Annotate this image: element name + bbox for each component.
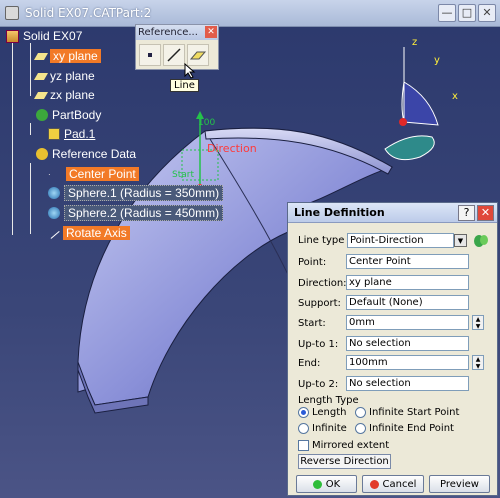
point-field[interactable]: Center Point — [346, 254, 469, 269]
upto1-label: Up-to 1: — [298, 339, 339, 350]
tree-item-zx-plane[interactable]: zx plane — [33, 86, 95, 104]
maximize-button[interactable]: □ — [458, 4, 476, 22]
axis-y-label: y — [434, 55, 440, 66]
axis-x-label: x — [452, 91, 458, 102]
dialog-close-button[interactable]: ✕ — [477, 205, 494, 221]
help-button[interactable]: ? — [458, 205, 475, 221]
tree-item-pad[interactable]: Pad.1 — [48, 125, 95, 143]
plane-icon — [189, 51, 207, 60]
tree-root[interactable]: Solid EX07 — [6, 27, 82, 45]
infinite-end-radio[interactable]: Infinite End Point — [355, 423, 454, 434]
length-type-label: Length Type — [298, 395, 359, 406]
point-label: Point: — [298, 257, 327, 268]
end-field[interactable]: 100mm — [346, 355, 469, 370]
cancel-icon — [369, 479, 379, 489]
reference-toolbar-close-button[interactable]: ✕ — [205, 26, 217, 38]
mirrored-extent-checkbox[interactable]: Mirrored extent — [298, 440, 389, 451]
start-label: Start: — [298, 318, 326, 329]
cancel-button[interactable]: Cancel — [362, 475, 424, 493]
compass-plane-icon — [403, 81, 439, 126]
sphere-icon — [48, 207, 60, 219]
tree-item-sphere1[interactable]: Sphere.1 (Radius = 350mm) — [48, 184, 224, 202]
reference-toolbar: Reference... ✕ — [135, 24, 219, 70]
support-field[interactable]: Default (None) — [346, 295, 469, 310]
upto1-field[interactable]: No selection — [346, 336, 469, 351]
direction-label: Direction: — [298, 278, 347, 289]
upto2-label: Up-to 2: — [298, 379, 339, 390]
plane-icon — [33, 91, 49, 99]
point-icon: ∙ — [48, 169, 51, 179]
line-type-label: Line type : — [298, 235, 351, 246]
gear-icon — [36, 148, 48, 160]
line-type-select[interactable]: Point-Direction — [347, 233, 454, 248]
infinite-start-radio[interactable]: Infinite Start Point — [355, 407, 459, 418]
tree-item-sphere2[interactable]: Sphere.2 (Radius = 450mm) — [48, 204, 224, 222]
line-tooltip: Line — [170, 79, 199, 92]
end-spinner[interactable]: ▲ ▼ — [472, 355, 484, 370]
line-icon — [47, 227, 60, 239]
tree-item-center-point[interactable]: ∙ Center Point — [48, 165, 139, 183]
tree-item-yz-plane[interactable]: yz plane — [33, 67, 95, 85]
direction-label: Direction — [207, 142, 257, 155]
compass-base-icon — [384, 135, 435, 161]
reference-toolbar-title[interactable]: Reference... ✕ — [136, 25, 218, 40]
upto2-field[interactable]: No selection — [346, 376, 469, 391]
tree-item-rotate-axis[interactable]: Rotate Axis — [47, 224, 130, 242]
window-titlebar: Solid EX07.CATPart:2 — □ ✕ — [0, 0, 500, 27]
pad-icon — [48, 128, 60, 140]
tree-item-xy-plane[interactable]: xy plane — [33, 47, 101, 65]
sphere-icon — [48, 187, 60, 199]
dialog-title: Line Definition — [294, 206, 385, 219]
support-label: Support: — [298, 298, 341, 309]
dimension-label: 100 — [198, 118, 216, 128]
tree-item-partbody[interactable]: PartBody — [36, 106, 101, 124]
chevron-down-icon[interactable]: ▼ — [454, 234, 467, 247]
plane-icon — [33, 52, 49, 60]
preview-button[interactable]: Preview — [429, 475, 490, 493]
mouse-cursor-icon — [184, 63, 196, 79]
start-spinner[interactable]: ▲ ▼ — [472, 315, 484, 330]
line-tool-button[interactable] — [163, 44, 185, 66]
infinite-radio[interactable]: Infinite — [298, 423, 347, 434]
start-label: Start — [172, 170, 194, 180]
minimize-button[interactable]: — — [438, 4, 456, 22]
line-icon — [167, 48, 181, 62]
gear-icon — [36, 109, 48, 121]
end-label: End: — [298, 358, 321, 369]
tree-item-reference-data[interactable]: Reference Data — [36, 145, 136, 163]
start-field[interactable]: 0mm — [346, 315, 469, 330]
length-radio[interactable]: Length — [298, 407, 347, 418]
point-tool-button[interactable] — [139, 44, 161, 66]
close-button[interactable]: ✕ — [478, 4, 496, 22]
plane-icon — [33, 72, 49, 80]
dialog-titlebar[interactable]: Line Definition ? ✕ — [288, 203, 497, 223]
reverse-direction-button[interactable]: Reverse Direction — [298, 454, 391, 469]
window-title: Solid EX07.CATPart:2 — [25, 6, 152, 20]
direction-field[interactable]: xy plane — [346, 275, 469, 290]
catpart-app-icon — [5, 6, 19, 20]
ok-button[interactable]: OK — [296, 475, 357, 493]
point-icon — [148, 53, 152, 57]
ok-icon — [312, 479, 322, 489]
compass-origin[interactable] — [399, 118, 407, 126]
line-type-lock-icon[interactable] — [472, 232, 490, 249]
part-icon — [6, 29, 19, 43]
axis-z-label: z — [412, 37, 418, 48]
line-definition-dialog: Line Definition ? ✕ Line type : Point-Di… — [287, 202, 498, 496]
